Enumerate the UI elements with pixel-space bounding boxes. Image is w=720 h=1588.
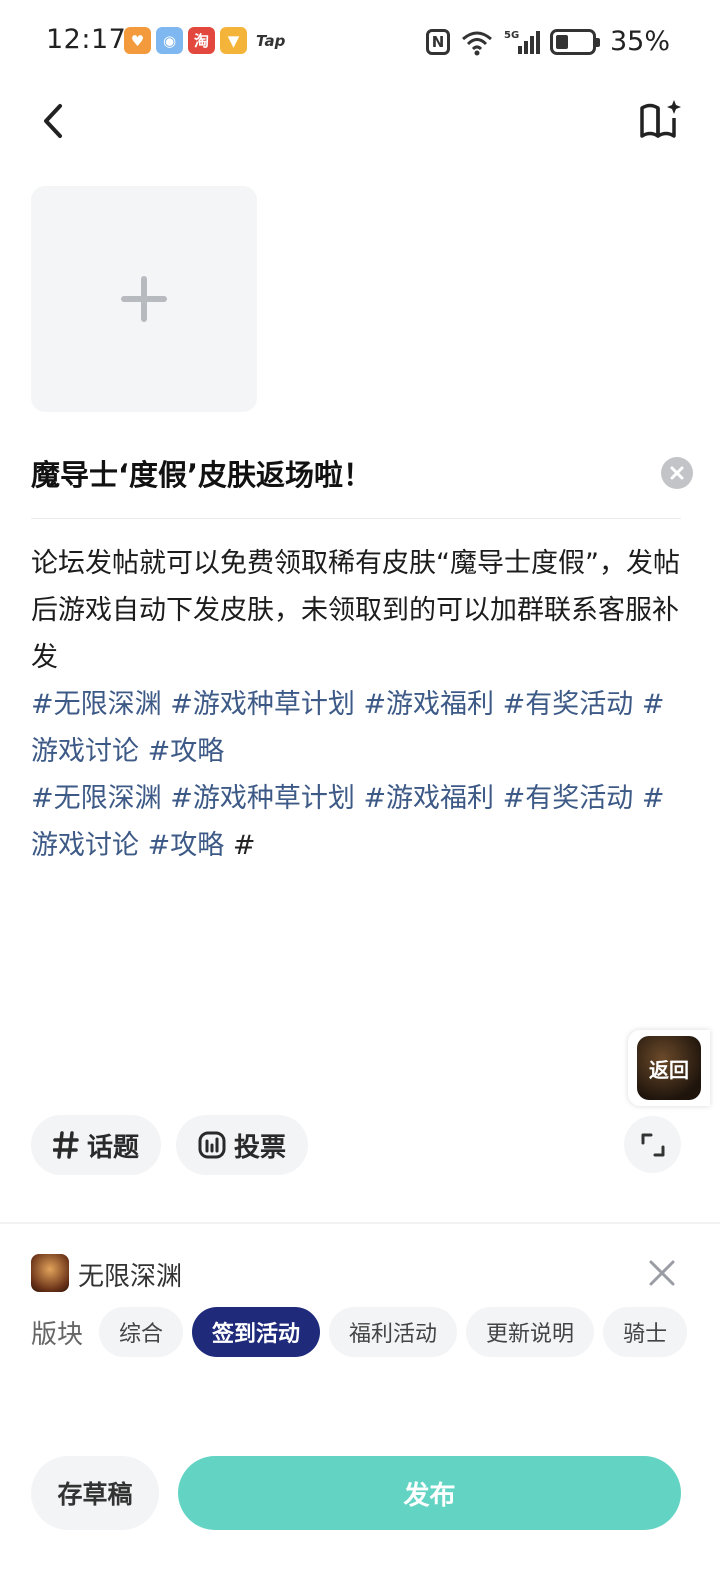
gift-app-icon: ♥: [124, 27, 151, 54]
section-label: 版块: [31, 1320, 84, 1350]
topic-tag[interactable]: #攻略: [148, 736, 225, 767]
plus-icon: [121, 276, 167, 322]
topic-tag[interactable]: #游戏种草计划: [170, 689, 355, 720]
section-separator: [0, 1222, 720, 1224]
title-divider: [31, 518, 681, 519]
topic-tag[interactable]: #无限深渊: [31, 783, 162, 814]
section-chip[interactable]: 骑士: [603, 1307, 688, 1357]
status-bar: 12:17 ♥ ◉ 淘 ▼ Tap N 5G 35%: [0, 0, 720, 82]
game-return-thumbnail: 返回: [637, 1036, 701, 1100]
topic-tag[interactable]: #游戏福利: [363, 689, 494, 720]
floating-return-button[interactable]: 返回: [628, 1030, 710, 1106]
remove-game-button[interactable]: [646, 1257, 678, 1289]
battery-fill: [555, 34, 568, 49]
section-chip-active[interactable]: 签到活动: [192, 1307, 321, 1357]
trailing-hash: #: [232, 830, 256, 861]
battery-percent: 35%: [609, 26, 670, 57]
topic-tag[interactable]: #有奖活动: [503, 689, 634, 720]
game-avatar: [31, 1254, 69, 1292]
poll-icon: [198, 1131, 226, 1159]
back-button[interactable]: [30, 98, 76, 144]
status-indicators: N 5G 35%: [425, 26, 670, 57]
status-time: 12:17: [46, 24, 127, 55]
topic-tag[interactable]: #游戏福利: [363, 783, 494, 814]
vote-button-label: 投票: [234, 1132, 287, 1163]
chevron-left-icon: [44, 104, 62, 138]
publish-button[interactable]: 发布: [178, 1456, 681, 1530]
section-chip[interactable]: 更新说明: [466, 1307, 595, 1357]
vote-button[interactable]: 投票: [176, 1115, 309, 1175]
book-sparkle-icon: [640, 100, 681, 138]
expand-icon: [641, 1133, 664, 1156]
section-chip-list: 综合 签到活动 福利活动 更新说明 骑士: [99, 1307, 688, 1357]
post-body-editor[interactable]: 论坛发帖就可以免费领取稀有皮肤“魔导士度假”，发帖后游戏自动下发皮肤，未领取到的…: [31, 540, 691, 869]
post-title-input[interactable]: 魔导士‘度假’皮肤返场啦！: [31, 452, 372, 494]
topic-tag[interactable]: #无限深渊: [31, 689, 162, 720]
close-icon: [670, 466, 684, 480]
expand-editor-button[interactable]: [624, 1116, 681, 1173]
paint-app-icon: ▼: [220, 27, 247, 54]
nfc-icon: N: [425, 28, 450, 55]
game-app-icon: ◉: [156, 27, 183, 54]
taobao-icon: 淘: [188, 27, 215, 54]
wifi-icon: [462, 31, 492, 55]
topic-tag[interactable]: #游戏种草计划: [170, 783, 355, 814]
clear-title-button[interactable]: [661, 457, 693, 489]
network-type-label: 5G: [504, 30, 519, 41]
game-name: 无限深渊: [78, 1262, 183, 1292]
close-icon: [649, 1260, 675, 1286]
guide-book-button[interactable]: [636, 98, 684, 144]
topic-button[interactable]: 话题: [31, 1115, 162, 1175]
topic-button-label: 话题: [87, 1132, 140, 1163]
save-draft-button[interactable]: 存草稿: [31, 1456, 159, 1530]
section-chip[interactable]: 综合: [99, 1307, 184, 1357]
return-label: 返回: [649, 1057, 689, 1082]
battery-icon: [549, 28, 600, 55]
status-app-icons: ♥ ◉ 淘 ▼ Tap: [124, 27, 285, 54]
topic-tag[interactable]: #有奖活动: [503, 783, 634, 814]
topic-tag[interactable]: #攻略: [148, 830, 225, 861]
section-chip[interactable]: 福利活动: [329, 1307, 458, 1357]
post-body-text: 论坛发帖就可以免费领取稀有皮肤“魔导士度假”，发帖后游戏自动下发皮肤，未领取到的…: [31, 548, 680, 673]
add-image-button[interactable]: [31, 186, 257, 412]
hashtag-icon: [53, 1131, 79, 1159]
tap-app-icon: Tap: [256, 31, 286, 50]
cellular-signal-icon: 5G: [504, 30, 540, 54]
